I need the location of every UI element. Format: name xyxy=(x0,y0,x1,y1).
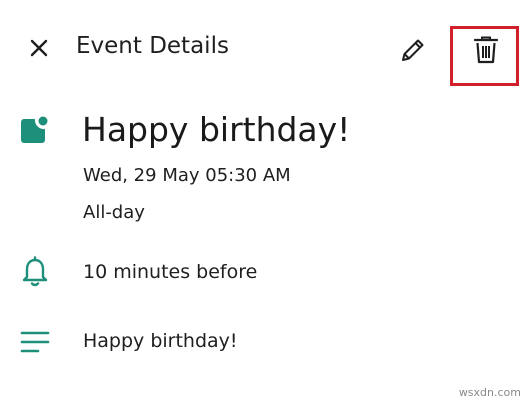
pencil-icon xyxy=(402,39,424,61)
event-details-screen: Event Details Happy birthday! Wed, 29 Ma… xyxy=(0,0,529,403)
delete-highlight-box xyxy=(450,26,519,86)
notes-icon xyxy=(20,330,50,354)
close-button[interactable] xyxy=(22,31,56,65)
notes-text: Happy birthday! xyxy=(83,330,238,352)
reminder-text: 10 minutes before xyxy=(83,261,258,283)
event-color-icon xyxy=(18,116,48,146)
watermark: wsxdn.com xyxy=(458,386,521,399)
event-all-day: All-day xyxy=(83,202,145,223)
event-title: Happy birthday! xyxy=(82,110,351,149)
event-date-time: Wed, 29 May 05:30 AM xyxy=(83,165,291,186)
page-title: Event Details xyxy=(76,33,229,59)
bell-icon xyxy=(20,256,50,288)
close-icon xyxy=(30,39,48,57)
edit-button[interactable] xyxy=(393,30,433,70)
